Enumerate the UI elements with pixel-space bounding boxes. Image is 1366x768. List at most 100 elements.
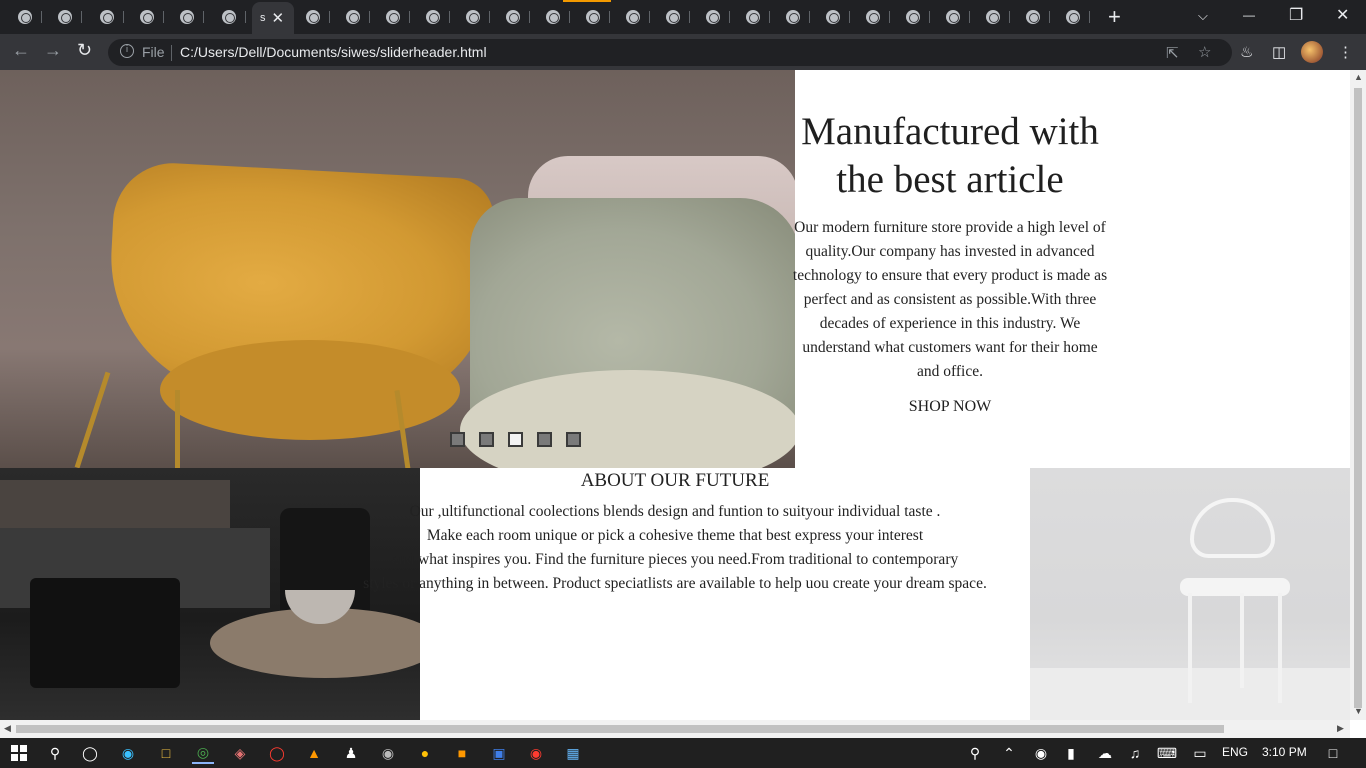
browser-tab[interactable] — [936, 6, 976, 28]
globe-icon — [306, 10, 320, 24]
globe-icon — [666, 10, 680, 24]
people-icon[interactable]: ♟ — [340, 742, 362, 764]
browser-tab[interactable] — [536, 6, 576, 28]
browser-tab[interactable] — [576, 6, 616, 28]
network-icon[interactable]: ☁ — [1094, 742, 1116, 764]
vertical-scrollbar[interactable]: ▲ ▼ — [1350, 70, 1366, 720]
scroll-left-icon[interactable]: ◀ — [4, 723, 11, 734]
slider-dot-2[interactable] — [479, 432, 494, 447]
browser-tab[interactable] — [976, 6, 1016, 28]
browser-tab[interactable] — [170, 6, 210, 28]
scroll-up-icon[interactable]: ▲ — [1354, 72, 1363, 82]
browser-tab[interactable] — [376, 6, 416, 28]
language-indicator[interactable]: ENG — [1222, 745, 1248, 759]
menu-kebab-icon[interactable]: ⋮ — [1338, 43, 1353, 61]
volume-icon[interactable]: ♫ — [1124, 742, 1146, 764]
word-icon[interactable]: ▣ — [488, 742, 510, 764]
shop-now-button[interactable]: SHOP NOW — [909, 398, 992, 416]
notifications-icon[interactable]: □ — [1322, 742, 1344, 764]
browser-tab[interactable] — [1016, 6, 1056, 28]
globe-icon — [986, 10, 1000, 24]
browser-tab[interactable] — [896, 6, 936, 28]
share-icon[interactable]: ⇱ — [1166, 44, 1179, 62]
browser-tab[interactable] — [496, 6, 536, 28]
tab-strip: s ✕ + ⌵ — ❐ ✕ — [0, 0, 1366, 34]
minimize-button[interactable]: — — [1243, 8, 1255, 22]
new-tab-button[interactable]: + — [1108, 4, 1121, 30]
browser-tab[interactable] — [48, 6, 88, 28]
browser-tab[interactable] — [336, 6, 376, 28]
horizontal-scroll-thumb[interactable] — [16, 725, 1224, 733]
scheme-label: File — [142, 44, 165, 60]
browser-tab[interactable] — [1056, 6, 1096, 28]
firefox-icon[interactable]: ● — [414, 742, 436, 764]
keyboard-icon[interactable]: ⌨ — [1156, 742, 1178, 764]
clock[interactable]: 3:10 PM — [1262, 745, 1307, 759]
file-explorer-icon[interactable]: □ — [155, 742, 177, 764]
scroll-right-icon[interactable]: ▶ — [1337, 723, 1344, 734]
globe-icon — [626, 10, 640, 24]
browser-tab[interactable] — [816, 6, 856, 28]
slider-dot-3[interactable] — [508, 432, 523, 447]
task-view-icon[interactable]: ◯ — [79, 742, 101, 764]
record-icon[interactable]: ◉ — [525, 742, 547, 764]
opera-icon[interactable]: ◯ — [266, 742, 288, 764]
horizontal-scrollbar[interactable]: ◀ ▶ — [0, 720, 1350, 738]
browser-tab[interactable] — [696, 6, 736, 28]
browser-tab[interactable] — [296, 6, 336, 28]
globe-icon — [1026, 10, 1040, 24]
restore-button[interactable]: ❐ — [1289, 5, 1303, 25]
white-chair-image — [1030, 468, 1350, 720]
vlc-icon[interactable]: ▲ — [303, 742, 325, 764]
browser-tab[interactable] — [8, 6, 48, 28]
browser-tab[interactable] — [212, 6, 252, 28]
edge-icon[interactable]: ◉ — [117, 742, 139, 764]
browser-tab[interactable] — [90, 6, 130, 28]
windows-start-icon[interactable] — [8, 742, 30, 764]
browser-tab[interactable] — [656, 6, 696, 28]
side-panel-icon[interactable]: ◫ — [1272, 43, 1286, 61]
browser-tab[interactable] — [776, 6, 816, 28]
browser-tab[interactable] — [616, 6, 656, 28]
language-globe-icon[interactable]: ◉ — [1030, 742, 1052, 764]
app-icon[interactable]: ▦ — [562, 742, 584, 764]
loading-indicator — [563, 0, 611, 2]
close-tab-icon[interactable]: ✕ — [272, 9, 285, 27]
reload-icon[interactable]: ↻ — [77, 40, 92, 61]
paint-icon[interactable]: ◈ — [229, 742, 251, 764]
info-icon[interactable]: i — [120, 44, 134, 58]
slider-dot-5[interactable] — [566, 432, 581, 447]
slider-dot-4[interactable] — [537, 432, 552, 447]
url-text[interactable]: C:/Users/Dell/Documents/siwes/sliderhead… — [180, 44, 487, 60]
chevron-up-icon[interactable]: ⌃ — [998, 742, 1020, 764]
bookmark-star-icon[interactable]: ☆ — [1198, 43, 1211, 61]
search-icon[interactable]: ⚲ — [44, 742, 66, 764]
close-window-button[interactable]: ✕ — [1336, 5, 1349, 25]
avatar[interactable] — [1301, 41, 1323, 63]
vertical-scroll-thumb[interactable] — [1354, 88, 1362, 708]
battery-icon[interactable]: ▮ — [1060, 742, 1082, 764]
globe-icon — [506, 10, 520, 24]
globe-icon — [706, 10, 720, 24]
display-icon[interactable]: ▭ — [1189, 742, 1211, 764]
forward-icon[interactable]: → — [44, 40, 62, 61]
media-icon[interactable]: ◉ — [377, 742, 399, 764]
slider-dot-1[interactable] — [450, 432, 465, 447]
scroll-down-icon[interactable]: ▼ — [1354, 706, 1363, 716]
browser-tab[interactable] — [856, 6, 896, 28]
extensions-icon[interactable]: ♨ — [1240, 43, 1253, 61]
chrome-icon[interactable]: ◎ — [192, 742, 214, 764]
browser-tab-active[interactable]: s ✕ — [252, 2, 294, 34]
people-tray-icon[interactable]: ⚲ — [964, 742, 986, 764]
globe-icon — [466, 10, 480, 24]
browser-tab[interactable] — [130, 6, 170, 28]
browser-tab[interactable] — [456, 6, 496, 28]
address-bar[interactable]: i File C:/Users/Dell/Documents/siwes/sli… — [108, 39, 1232, 66]
about-section: ABOUT OUR FUTURE Our ,ultifunctional coo… — [350, 470, 1000, 596]
back-icon[interactable]: ← — [12, 40, 30, 61]
browser-tab[interactable] — [416, 6, 456, 28]
globe-icon — [946, 10, 960, 24]
tab-search-icon[interactable]: ⌵ — [1198, 8, 1208, 24]
browser-tab[interactable] — [736, 6, 776, 28]
sublime-text-icon[interactable]: ■ — [451, 742, 473, 764]
